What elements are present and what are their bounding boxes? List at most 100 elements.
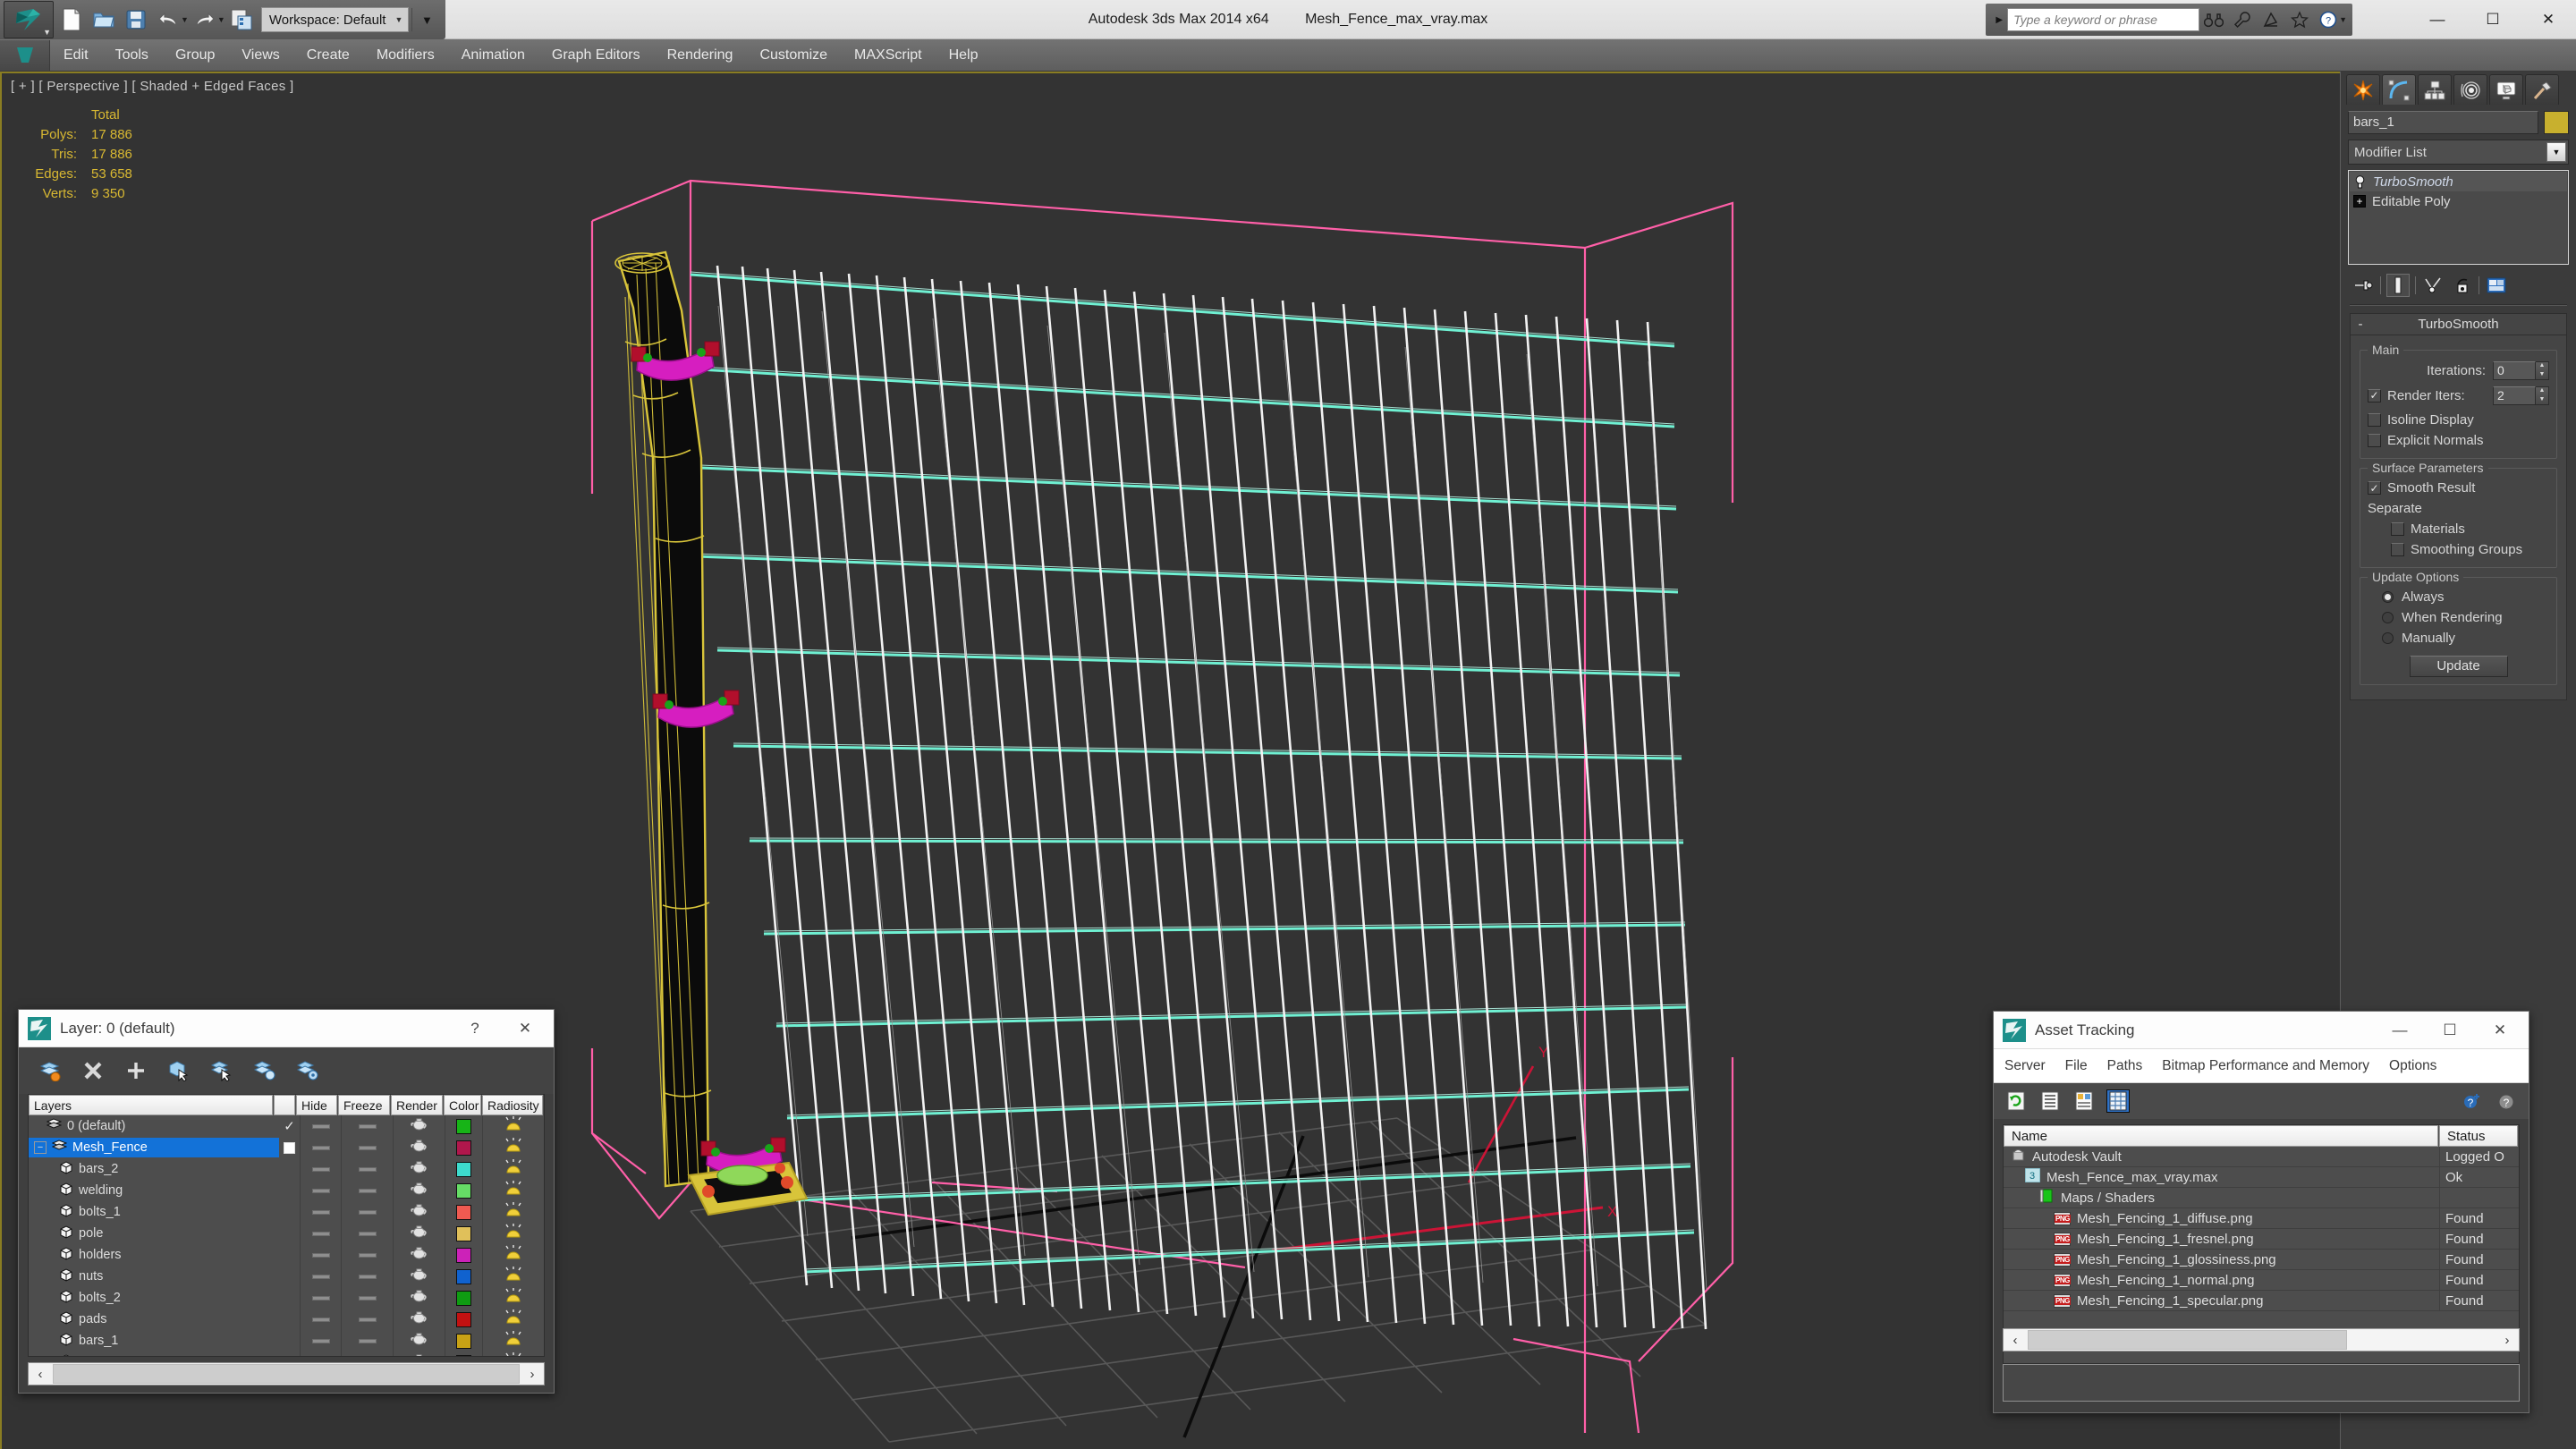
iterations-value[interactable]: 0 <box>2493 360 2536 380</box>
asset-row[interactable]: PNG Mesh_Fencing_1_normal.png Found <box>2004 1270 2519 1291</box>
radiosity-cell[interactable] <box>483 1352 544 1356</box>
at-menu-bitmap-performance[interactable]: Bitmap Performance and Memory <box>2162 1058 2369 1074</box>
asset-row[interactable]: 3 Mesh_Fence_max_vray.max Ok <box>2004 1167 2519 1188</box>
layer-row[interactable]: nuts <box>29 1266 544 1287</box>
stack-item-editable-poly[interactable]: + Editable Poly <box>2350 191 2567 211</box>
list-view-icon[interactable] <box>2038 1089 2062 1113</box>
freeze-cell[interactable] <box>342 1352 394 1356</box>
col-hide[interactable]: Hide <box>296 1095 337 1115</box>
detail-view-icon[interactable] <box>2072 1089 2096 1113</box>
render-cell[interactable] <box>394 1309 445 1330</box>
scroll-right-arrow[interactable]: › <box>521 1363 544 1385</box>
star-icon[interactable] <box>2285 6 2314 33</box>
object-name-field[interactable]: bars_1 <box>2348 111 2538 134</box>
update-when-rendering-radio[interactable] <box>2382 612 2394 623</box>
layer-name-cell[interactable]: 0 (default) <box>29 1116 279 1136</box>
remove-modifier-icon[interactable] <box>2450 274 2473 297</box>
current-layer-cell[interactable] <box>279 1223 301 1244</box>
undo-dropdown-icon[interactable]: ▼ <box>181 15 189 24</box>
asset-horizontal-scrollbar[interactable]: ‹ › <box>2003 1328 2520 1352</box>
help-icon[interactable]: ? <box>2495 1089 2518 1113</box>
new-file-button[interactable] <box>56 5 87 34</box>
asset-name-cell[interactable]: PNG Mesh_Fencing_1_glossiness.png <box>2004 1250 2440 1269</box>
undo-button[interactable] <box>153 5 183 34</box>
color-swatch[interactable] <box>456 1290 471 1306</box>
layer-list[interactable]: Layers Hide Freeze Render Color Radiosit… <box>28 1094 545 1357</box>
current-layer-cell[interactable] <box>279 1287 301 1309</box>
asset-row[interactable]: PNG Mesh_Fencing_1_glossiness.png Found <box>2004 1250 2519 1270</box>
separate-materials-row[interactable]: Materials <box>2368 519 2549 539</box>
minimize-button[interactable]: — <box>2410 0 2465 39</box>
layer-name-cell[interactable]: bars_1 <box>29 1331 279 1351</box>
rollout-collapse-icon[interactable]: - <box>2351 317 2370 332</box>
radiosity-cell[interactable] <box>483 1287 544 1309</box>
layer-row[interactable]: holders <box>29 1244 544 1266</box>
asset-name-cell[interactable]: PNG Mesh_Fencing_1_normal.png <box>2004 1270 2440 1290</box>
radiosity-cell[interactable] <box>483 1330 544 1352</box>
menu-item-edit[interactable]: Edit <box>50 39 102 72</box>
hide-cell[interactable] <box>301 1115 342 1137</box>
asset-row[interactable]: PNG Mesh_Fencing_1_diffuse.png Found <box>2004 1208 2519 1229</box>
highlight-selected-objects-icon[interactable] <box>253 1059 276 1082</box>
isoline-display-row[interactable]: Isoline Display <box>2368 410 2549 430</box>
smooth-result-checkbox[interactable]: ✓ <box>2368 481 2381 495</box>
layer-horizontal-scrollbar[interactable]: ‹ › <box>28 1362 545 1385</box>
add-layer-icon[interactable] <box>124 1059 148 1082</box>
modifier-stack[interactable]: TurboSmooth + Editable Poly <box>2348 170 2569 265</box>
current-layer-cell[interactable] <box>279 1330 301 1352</box>
add-help-icon[interactable]: ? <box>2461 1089 2484 1113</box>
explicit-normals-row[interactable]: Explicit Normals <box>2368 430 2549 451</box>
freeze-cell[interactable] <box>342 1287 394 1309</box>
asset-row[interactable]: Maps / Shaders <box>2004 1188 2519 1208</box>
color-cell[interactable] <box>445 1330 483 1352</box>
render-iters-spinner[interactable]: 2 ▲ ▼ <box>2493 386 2549 405</box>
radiosity-cell[interactable] <box>483 1201 544 1223</box>
menu-item-maxscript[interactable]: MAXScript <box>841 39 936 72</box>
freeze-cell[interactable] <box>342 1330 394 1352</box>
create-tab[interactable] <box>2346 74 2380 105</box>
layer-name-cell[interactable]: bolts_1 <box>29 1202 279 1222</box>
render-cell[interactable] <box>394 1115 445 1137</box>
render-cell[interactable] <box>394 1352 445 1356</box>
layer-row[interactable]: Mesh_Fence <box>29 1352 544 1356</box>
render-cell[interactable] <box>394 1244 445 1266</box>
hide-cell[interactable] <box>301 1244 342 1266</box>
scroll-left-arrow[interactable]: ‹ <box>29 1363 52 1385</box>
color-cell[interactable] <box>445 1352 483 1356</box>
search-input[interactable]: Type a keyword or phrase <box>2007 8 2200 31</box>
show-end-result-icon[interactable] <box>2386 274 2410 297</box>
hide-cell[interactable] <box>301 1137 342 1158</box>
update-always-row[interactable]: Always <box>2368 587 2549 607</box>
render-cell[interactable] <box>394 1137 445 1158</box>
freeze-cell[interactable] <box>342 1309 394 1330</box>
iterations-spinner[interactable]: 0 ▲ ▼ <box>2493 360 2549 380</box>
current-layer-cell[interactable] <box>279 1309 301 1330</box>
color-cell[interactable] <box>445 1201 483 1223</box>
radiosity-cell[interactable] <box>483 1180 544 1201</box>
utilities-tab[interactable] <box>2525 74 2559 105</box>
layer-name-cell[interactable]: bolts_2 <box>29 1288 279 1308</box>
asset-tracking-dialog[interactable]: Asset Tracking — ☐ ✕ Server File Paths B… <box>1993 1011 2529 1413</box>
layer-row[interactable]: welding <box>29 1180 544 1201</box>
col-current[interactable] <box>274 1095 295 1115</box>
radiosity-cell[interactable] <box>483 1244 544 1266</box>
menu-item-create[interactable]: Create <box>293 39 363 72</box>
hide-cell[interactable] <box>301 1223 342 1244</box>
select-objects-in-layer-icon[interactable] <box>167 1059 191 1082</box>
freeze-cell[interactable] <box>342 1266 394 1287</box>
update-when-rendering-row[interactable]: When Rendering <box>2368 607 2549 628</box>
color-cell[interactable] <box>445 1266 483 1287</box>
current-layer-cell[interactable] <box>279 1158 301 1180</box>
pin-stack-icon[interactable] <box>2351 274 2375 297</box>
current-layer-cell[interactable] <box>279 1137 301 1158</box>
freeze-cell[interactable] <box>342 1244 394 1266</box>
radiosity-cell[interactable] <box>483 1223 544 1244</box>
asset-row[interactable]: Autodesk Vault Logged O <box>2004 1147 2519 1167</box>
asset-row[interactable]: PNG Mesh_Fencing_1_specular.png Found <box>2004 1291 2519 1311</box>
color-cell[interactable] <box>445 1223 483 1244</box>
col-status[interactable]: Status <box>2439 1125 2518 1147</box>
asset-name-cell[interactable]: PNG Mesh_Fencing_1_diffuse.png <box>2004 1208 2440 1228</box>
radiosity-cell[interactable] <box>483 1309 544 1330</box>
layer-row[interactable]: − Mesh_Fence <box>29 1137 544 1158</box>
at-menu-server[interactable]: Server <box>2004 1058 2046 1074</box>
